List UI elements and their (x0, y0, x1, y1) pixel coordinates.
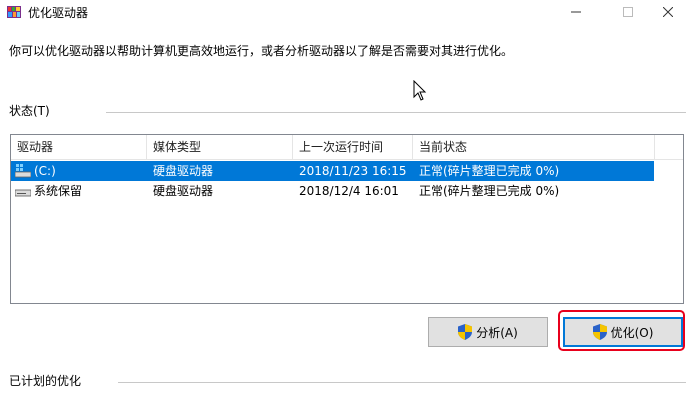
windows-drive-icon (15, 164, 31, 178)
column-header-media-type[interactable]: 媒体类型 (147, 135, 293, 159)
column-header-last-run[interactable]: 上一次运行时间 (293, 135, 413, 159)
description-text: 你可以优化驱动器以帮助计算机更高效地运行，或者分析驱动器以了解是否需要对其进行优… (9, 44, 514, 58)
scheduled-group-label: 已计划的优化 (9, 374, 82, 388)
last-run-time: 2018/11/23 16:15 (299, 164, 407, 178)
maximize-icon (623, 7, 633, 17)
media-type: 硬盘驱动器 (153, 184, 214, 198)
analyze-button[interactable]: 分析(A) (428, 317, 548, 347)
defrag-app-icon (7, 6, 21, 18)
status-group-label: 状态(T) (9, 104, 50, 118)
current-status: 正常(碎片整理已完成 0%) (419, 164, 560, 178)
hard-drive-icon (15, 189, 31, 197)
title-bar: 优化驱动器 (0, 0, 691, 30)
media-type: 硬盘驱动器 (153, 164, 214, 178)
mouse-cursor-icon (413, 80, 427, 101)
drive-name: 系统保留 (34, 184, 83, 198)
uac-shield-icon (458, 324, 473, 340)
table-row[interactable]: 系统保留 硬盘驱动器 2018/12/4 16:01 正常(碎片整理已完成 0%… (11, 181, 654, 201)
minimize-button[interactable] (553, 0, 599, 24)
table-row[interactable]: (C:) 硬盘驱动器 2018/11/23 16:15 正常(碎片整理已完成 0… (11, 161, 654, 181)
list-header: 驱动器 媒体类型 上一次运行时间 当前状态 (11, 135, 683, 160)
close-button[interactable] (645, 0, 691, 24)
analyze-label: 分析(A) (476, 325, 518, 340)
optimize-label: 优化(O) (610, 325, 654, 340)
minimize-icon (571, 11, 581, 13)
column-header-drive[interactable]: 驱动器 (11, 135, 147, 159)
last-run-time: 2018/12/4 16:01 (299, 184, 399, 198)
drive-name: (C:) (34, 164, 56, 178)
group-divider (106, 112, 686, 113)
optimize-button[interactable]: 优化(O) (563, 317, 683, 347)
group-divider (118, 382, 686, 383)
uac-shield-icon (592, 324, 607, 340)
column-header-current-status[interactable]: 当前状态 (413, 135, 655, 159)
drive-list[interactable]: 驱动器 媒体类型 上一次运行时间 当前状态 (C:) 硬盘驱动器 2018/11… (10, 134, 684, 304)
window-title: 优化驱动器 (28, 6, 89, 20)
current-status: 正常(碎片整理已完成 0%) (419, 184, 560, 198)
close-icon (663, 7, 673, 17)
